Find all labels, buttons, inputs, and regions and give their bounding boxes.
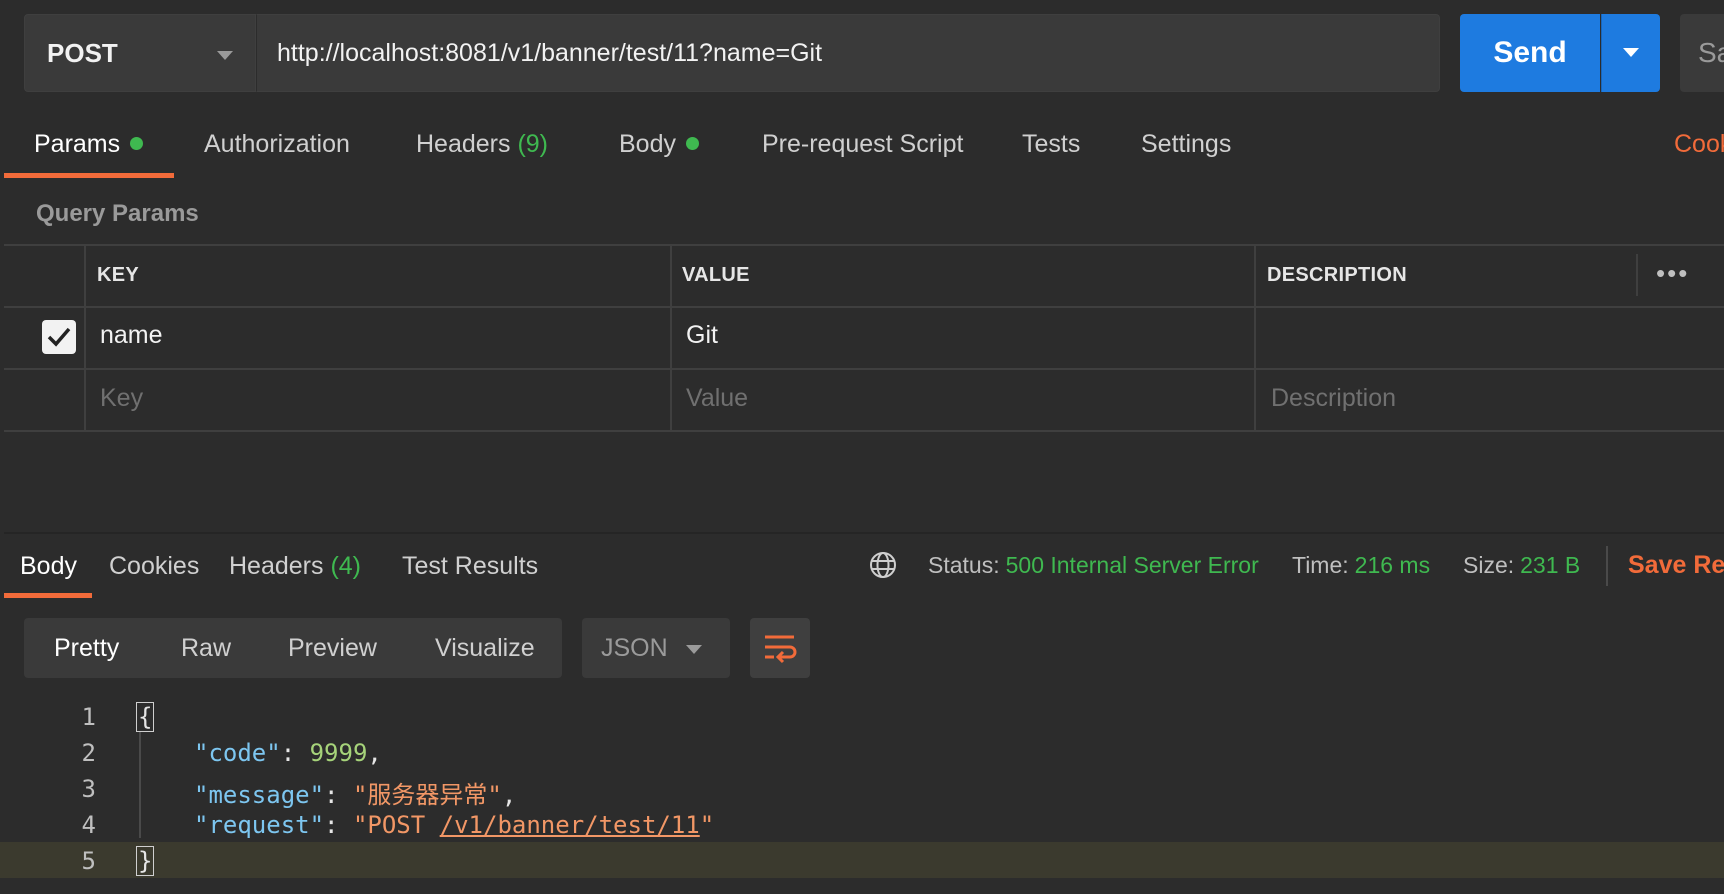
tab-params[interactable]: Params (34, 130, 144, 159)
table-divider (4, 244, 1724, 246)
active-tab-indicator (4, 173, 174, 178)
param-enabled-checkbox[interactable] (42, 320, 76, 354)
cookies-link[interactable]: Cook (1674, 130, 1724, 159)
line-number: 5 (81, 847, 96, 875)
active-tab-indicator (4, 593, 92, 598)
format-select[interactable]: JSON (582, 618, 730, 678)
param-value-cell[interactable]: Git (686, 321, 718, 350)
chevron-down-icon (1623, 48, 1639, 57)
line-number: 4 (81, 811, 96, 839)
close-brace: } (136, 846, 155, 876)
active-dot-icon (685, 136, 699, 150)
json-string: " (699, 811, 715, 839)
table-divider (670, 244, 672, 432)
code-line: { (136, 702, 155, 732)
response-tab-body[interactable]: Body (20, 552, 77, 581)
query-params-title: Query Params (36, 200, 199, 227)
tab-prerequest-script[interactable]: Pre-request Script (762, 130, 963, 159)
indent-guide (139, 732, 141, 838)
view-mode-visualize[interactable]: Visualize (435, 634, 535, 663)
json-key: "code" (194, 739, 281, 767)
line-number: 3 (81, 775, 96, 803)
view-mode-pretty[interactable]: Pretty (54, 634, 119, 663)
column-header-key: KEY (97, 264, 140, 286)
response-divider (4, 532, 1724, 534)
status-label: Status: (928, 552, 1000, 578)
new-description-input[interactable]: Description (1271, 384, 1396, 413)
save-response-button[interactable]: Save Res (1628, 551, 1724, 580)
response-size: Size: 231 B (1463, 552, 1580, 579)
code-line: } (136, 846, 155, 876)
method-label: POST (47, 37, 118, 68)
size-value[interactable]: 231 B (1520, 552, 1580, 578)
checkmark-icon (47, 327, 71, 347)
chevron-down-icon (217, 51, 233, 60)
current-line-highlight (0, 842, 1724, 878)
tab-body-label: Body (619, 130, 676, 158)
table-divider (1636, 254, 1638, 296)
response-tab-headers-label: Headers (229, 552, 324, 580)
code-line: "code": 9999, (194, 739, 382, 767)
url-text: http://localhost:8081/v1/banner/test/11?… (277, 38, 823, 67)
tab-body[interactable]: Body (619, 130, 699, 159)
table-divider (84, 244, 86, 432)
send-button[interactable]: Send (1460, 14, 1600, 92)
active-dot-icon (130, 136, 144, 150)
code-line: "request": "POST /v1/banner/test/11" (194, 811, 715, 839)
wrap-lines-icon (765, 635, 797, 664)
tab-settings[interactable]: Settings (1141, 130, 1231, 159)
send-dropdown-button[interactable] (1601, 14, 1660, 92)
response-tab-test-results[interactable]: Test Results (402, 552, 538, 581)
response-tab-cookies[interactable]: Cookies (109, 552, 199, 581)
view-mode-preview[interactable]: Preview (288, 634, 377, 663)
json-link[interactable]: /v1/banner/test/11 (440, 811, 700, 839)
column-header-description: DESCRIPTION (1267, 264, 1407, 286)
status-value[interactable]: 500 Internal Server Error (1006, 552, 1259, 578)
new-value-input[interactable]: Value (686, 384, 748, 413)
line-number: 1 (81, 703, 96, 731)
code-line: "message": "服务器异常", (194, 781, 517, 809)
tab-authorization[interactable]: Authorization (204, 130, 350, 159)
json-string: "服务器异常" (352, 781, 502, 809)
response-time: Time: 216 ms (1292, 552, 1430, 579)
tab-headers-label: Headers (416, 130, 511, 158)
time-value[interactable]: 216 ms (1355, 552, 1430, 578)
view-mode-raw[interactable]: Raw (181, 634, 231, 663)
json-key: "request" (194, 811, 325, 839)
json-key: "message" (194, 781, 325, 809)
globe-icon[interactable] (868, 550, 898, 585)
column-header-value: VALUE (682, 264, 750, 286)
view-mode-group: Pretty Raw Preview Visualize (24, 618, 562, 678)
table-divider (4, 306, 1724, 308)
divider (1606, 546, 1608, 586)
new-key-input[interactable]: Key (100, 384, 143, 413)
response-status: Status: 500 Internal Server Error (928, 552, 1259, 579)
headers-count: (9) (517, 130, 549, 158)
param-key-cell[interactable]: name (100, 321, 163, 350)
json-number: 9999 (309, 739, 368, 767)
response-tab-headers[interactable]: Headers (4) (229, 552, 361, 581)
tab-tests[interactable]: Tests (1022, 130, 1080, 159)
save-button[interactable]: Sa (1680, 14, 1724, 92)
more-options-icon[interactable]: ••• (1656, 258, 1689, 289)
wrap-lines-button[interactable] (750, 618, 810, 678)
chevron-down-icon (686, 645, 702, 654)
tab-params-label: Params (34, 130, 121, 158)
format-label: JSON (601, 634, 668, 662)
time-label: Time: (1292, 552, 1349, 578)
size-label: Size: (1463, 552, 1515, 578)
json-string: "POST (352, 811, 440, 839)
table-divider (4, 430, 1724, 432)
response-headers-count: (4) (330, 552, 362, 580)
method-selector[interactable]: POST (24, 14, 256, 92)
line-number: 2 (81, 739, 96, 767)
tab-headers[interactable]: Headers (9) (416, 130, 548, 159)
open-brace: { (136, 702, 155, 732)
table-divider (4, 368, 1724, 370)
table-divider (1254, 244, 1256, 432)
url-input[interactable]: http://localhost:8081/v1/banner/test/11?… (256, 14, 1440, 92)
